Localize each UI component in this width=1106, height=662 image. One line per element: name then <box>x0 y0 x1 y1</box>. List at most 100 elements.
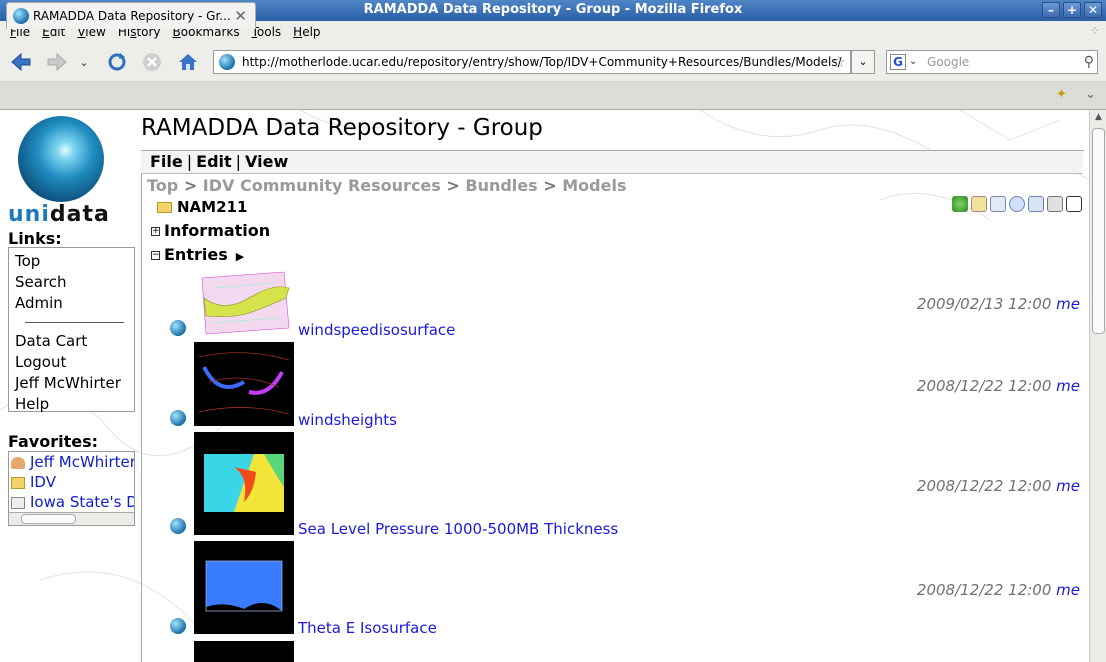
search-icon[interactable]: ⚲ <box>1084 51 1094 73</box>
entry-thumbnail[interactable] <box>194 342 294 426</box>
list-item: Theta E Isosurface 2008/12/22 12:00 me <box>170 541 1080 637</box>
scroll-up-icon[interactable]: ▲ <box>1092 112 1105 126</box>
reload-icon <box>108 53 126 71</box>
menu-tools[interactable]: Tools <box>252 25 282 39</box>
menu-help[interactable]: Help <box>293 25 320 39</box>
entry-date: 2008/12/22 12:00 me <box>916 377 1080 395</box>
repo-menu-edit[interactable]: Edit <box>196 152 232 171</box>
copy-icon[interactable] <box>1028 196 1044 212</box>
add-icon[interactable] <box>952 196 968 212</box>
favorites-heading: Favorites: <box>8 432 99 451</box>
breadcrumb-top[interactable]: Top <box>147 176 178 195</box>
entries-menu-arrow-icon[interactable]: ▶ <box>236 250 244 263</box>
favorite-item[interactable]: Jeff McWhirter <box>9 452 134 472</box>
link-logout[interactable]: Logout <box>15 352 134 373</box>
list-item: Sea Level Pressure 1000-500MB Thickness … <box>170 432 1080 538</box>
tab-ramadda[interactable]: RAMADDA Data Repository - Gr... ✕ <box>6 2 256 29</box>
tab-list-dropdown-icon[interactable]: ⌄ <box>1085 87 1096 102</box>
favorite-item[interactable]: Iowa State's D <box>9 492 134 512</box>
expand-icon: + <box>151 226 160 236</box>
breadcrumb-bundles[interactable]: Bundles <box>465 176 537 195</box>
page-scrollbar[interactable]: ▲ <box>1089 110 1106 662</box>
unidata-logo <box>18 116 104 202</box>
entry-name[interactable]: windsheights <box>298 411 397 429</box>
entry-thumbnail[interactable] <box>194 268 294 336</box>
maximize-button[interactable]: + <box>1063 2 1081 18</box>
breadcrumb-models[interactable]: Models <box>562 176 626 195</box>
links-divider <box>25 322 124 323</box>
favorites-scroll-thumb[interactable] <box>21 514 76 524</box>
link-admin[interactable]: Admin <box>15 293 134 314</box>
favorites-scrollbar[interactable] <box>9 512 134 525</box>
minimize-button[interactable]: – <box>1042 2 1060 18</box>
tab-label: RAMADDA Data Repository - Gr... <box>33 9 231 23</box>
entry-thumbnail[interactable] <box>194 432 294 535</box>
link-search[interactable]: Search <box>15 272 134 293</box>
tab-bar <box>0 82 1106 110</box>
reload-button[interactable] <box>105 50 129 74</box>
repo-menu-view[interactable]: View <box>245 152 288 171</box>
link-top[interactable]: Top <box>15 251 134 272</box>
links-panel: Top Search Admin Data Cart Logout Jeff M… <box>8 247 135 415</box>
entry-date: 2009/02/13 12:00 me <box>916 295 1080 313</box>
close-window-button[interactable]: ✕ <box>1084 2 1102 18</box>
favorites-panel: Jeff McWhirter IDV Iowa State's D <box>8 451 135 526</box>
entry-thumbnail-partial[interactable] <box>194 641 294 662</box>
link-file-icon <box>11 496 25 509</box>
sign-icon[interactable] <box>1066 196 1082 212</box>
throbber-icon: ⁘ <box>1089 24 1100 38</box>
entry-type-icon <box>170 320 186 336</box>
history-dropdown-icon[interactable]: ⌄ <box>76 50 92 74</box>
collapse-icon: − <box>151 250 160 260</box>
cart-icon[interactable] <box>1047 196 1063 212</box>
engine-dropdown-icon[interactable]: ⌄ <box>909 51 917 73</box>
entry-type-icon <box>170 410 186 426</box>
favorite-item[interactable]: IDV <box>9 472 134 492</box>
page-title: RAMADDA Data Repository - Group <box>141 115 543 141</box>
url-bar[interactable]: http://motherlode.ucar.edu/repository/en… <box>213 50 851 74</box>
tab-close-icon[interactable]: ✕ <box>234 3 247 29</box>
list-item: windsheights 2008/12/22 12:00 me <box>170 342 1080 430</box>
entry-user[interactable]: me <box>1056 581 1080 599</box>
entry-name[interactable]: Theta E Isosurface <box>298 619 437 637</box>
repo-menu-file[interactable]: File <box>150 152 183 171</box>
entry-user[interactable]: me <box>1056 477 1080 495</box>
forward-button[interactable] <box>45 50 69 74</box>
link-help[interactable]: Help <box>15 394 134 415</box>
site-globe-icon <box>219 54 235 70</box>
entry-name[interactable]: Sea Level Pressure 1000-500MB Thickness <box>298 520 618 538</box>
user-icon <box>11 456 25 469</box>
new-tab-star-icon[interactable]: ✦ <box>1056 87 1067 102</box>
search-input[interactable]: G ⌄ Google ⚲ <box>886 50 1098 74</box>
link-user[interactable]: Jeff McWhirter <box>15 373 134 394</box>
stop-icon <box>143 53 161 71</box>
google-engine-icon[interactable]: G <box>890 54 906 70</box>
back-arrow-icon <box>11 52 31 72</box>
information-section-toggle[interactable]: + Information <box>151 221 270 240</box>
breadcrumb-idv[interactable]: IDV Community Resources <box>203 176 441 195</box>
link-data-cart[interactable]: Data Cart <box>15 331 134 352</box>
entry-user[interactable]: me <box>1056 295 1080 313</box>
entry-thumbnail[interactable] <box>194 541 294 634</box>
scroll-thumb[interactable] <box>1092 128 1105 334</box>
tab-favicon-icon <box>13 8 29 24</box>
folder-icon <box>11 476 25 489</box>
url-text: http://motherlode.ucar.edu/repository/en… <box>242 55 842 69</box>
stop-button[interactable] <box>140 50 164 74</box>
entry-name[interactable]: windspeedisosurface <box>298 321 455 339</box>
home-button[interactable] <box>176 50 200 74</box>
entry-user[interactable]: me <box>1056 377 1080 395</box>
entry-actions <box>952 196 1082 212</box>
delete-icon[interactable] <box>990 196 1006 212</box>
back-button[interactable] <box>9 50 33 74</box>
edit-icon[interactable] <box>971 196 987 212</box>
entries-section-toggle[interactable]: − Entries ▶ <box>151 245 244 264</box>
home-icon <box>179 54 197 70</box>
folder-icon <box>157 202 172 213</box>
links-heading: Links: <box>8 229 62 248</box>
tab-tools: ✦ ⌄ <box>1056 87 1096 102</box>
comment-icon[interactable] <box>1009 196 1025 212</box>
entry-date: 2008/12/22 12:00 me <box>916 581 1080 599</box>
url-dropdown-button[interactable]: ⌄ <box>851 50 875 74</box>
bookmark-star-icon[interactable]: ☆ <box>832 51 846 73</box>
